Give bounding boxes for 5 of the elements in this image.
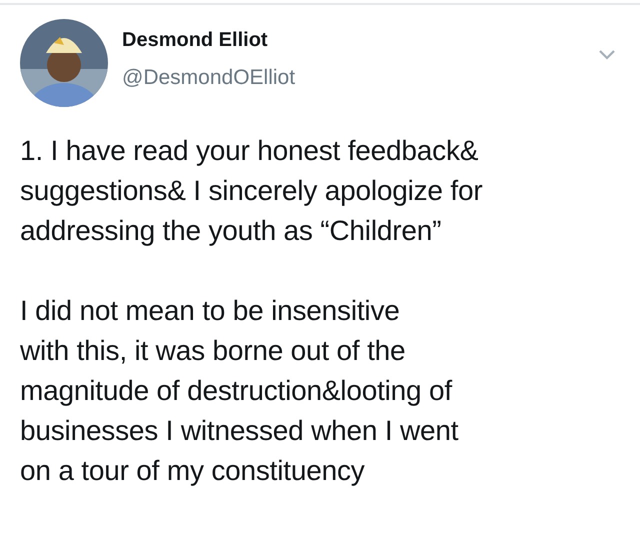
author-handle[interactable]: @DesmondOElliot [122, 66, 584, 90]
tweet-text: I did not mean to be insensitive with this, it was borne out of the magnitude of destruction&looting of businesses I witnessed when I went on a tour of my constituency [20, 294, 458, 488]
tweet-text: 1. I have read your honest feedback& suggestions& I sincerely apologize for addressing the youth as “Children” [20, 134, 482, 248]
chevron-down-icon[interactable] [598, 49, 616, 61]
author-name[interactable]: Desmond Elliot [122, 28, 584, 52]
